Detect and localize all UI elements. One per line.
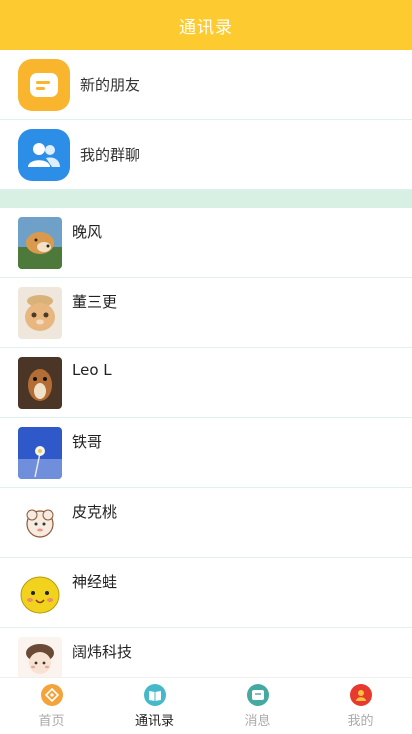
book-icon — [143, 683, 166, 706]
contact-name: Leo L — [72, 361, 112, 379]
contact-name: 神经蛙 — [72, 573, 118, 591]
page-title: 通讯录 — [179, 17, 233, 38]
tab-contacts-label: 通讯录 — [134, 713, 174, 729]
bottom-tab-bar: 首页 通讯录 消息 我的 — [0, 677, 412, 734]
tab-contacts[interactable]: 通讯录 — [103, 678, 206, 734]
contact-row[interactable]: Leo L — [0, 348, 412, 418]
tab-messages[interactable]: 消息 — [206, 678, 309, 734]
contact-row[interactable]: 铁哥 — [0, 418, 412, 488]
person-icon — [349, 683, 372, 706]
sheep-cartoon-avatar — [18, 497, 62, 549]
group-icon — [18, 128, 70, 181]
kitten-hat-avatar — [18, 287, 62, 339]
contact-row[interactable]: 皮克桃 — [0, 488, 412, 558]
my-groups-label: 我的群聊 — [80, 146, 141, 164]
inbox-icon — [246, 683, 269, 706]
squirrel-avatar — [18, 357, 62, 409]
tab-me[interactable]: 我的 — [309, 678, 412, 734]
contact-name: 皮克桃 — [72, 503, 118, 521]
contacts-list: 新的朋友 我的群聊 晚风 董三更 Leo L 铁哥 皮克桃 神经蛙 阔炜科技 — [0, 50, 412, 698]
new-friends-label: 新的朋友 — [80, 76, 141, 94]
dog-avatar — [18, 217, 62, 269]
tab-messages-label: 消息 — [244, 713, 271, 729]
tab-home-label: 首页 — [38, 713, 65, 729]
new-friends-entry[interactable]: 新的朋友 — [0, 50, 412, 120]
sky-flower-avatar — [18, 427, 62, 479]
yellow-face-avatar — [18, 567, 62, 619]
header-bar: 通讯录 — [0, 0, 412, 50]
contact-name: 董三更 — [72, 293, 118, 311]
section-divider — [0, 190, 412, 208]
contact-row[interactable]: 神经蛙 — [0, 558, 412, 628]
home-icon — [40, 683, 63, 706]
tab-home[interactable]: 首页 — [0, 678, 103, 734]
contact-name: 铁哥 — [72, 433, 103, 451]
contact-row[interactable]: 晚风 — [0, 208, 412, 278]
tab-me-label: 我的 — [347, 713, 374, 729]
contact-name: 晚风 — [72, 223, 103, 241]
my-groups-entry[interactable]: 我的群聊 — [0, 120, 412, 190]
contact-row[interactable]: 董三更 — [0, 278, 412, 348]
contact-name: 阔炜科技 — [72, 643, 133, 661]
chat-bubble-icon — [18, 58, 70, 111]
